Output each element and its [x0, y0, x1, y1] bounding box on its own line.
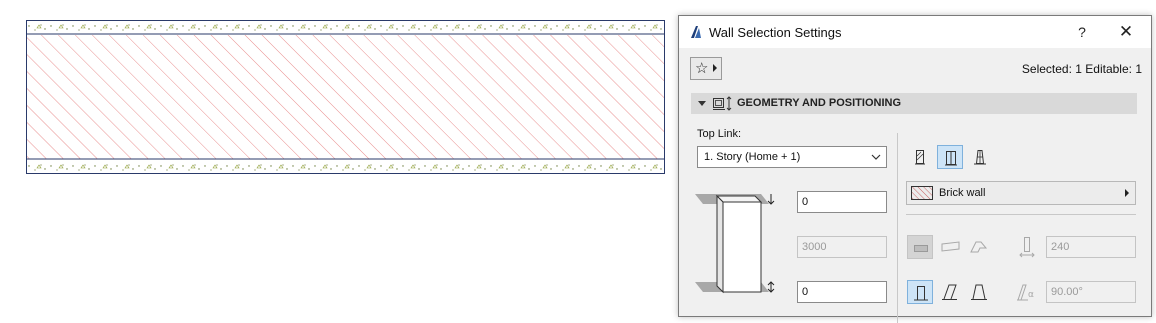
ref-line-center-button[interactable] — [937, 145, 963, 169]
bottom-offset-field[interactable]: 0 — [797, 281, 887, 303]
ref-line-outside-button[interactable] — [907, 145, 933, 169]
section-title: GEOMETRY AND POSITIONING — [737, 97, 901, 109]
thickness-icon — [1019, 237, 1035, 258]
brick-core-layer — [27, 35, 664, 159]
wall-height-diagram — [695, 194, 775, 294]
polygonal-wall-icon — [970, 241, 988, 253]
star-icon: ☆ — [695, 60, 709, 77]
chevron-down-icon — [871, 154, 881, 160]
ref-line-inside-button[interactable] — [967, 145, 993, 169]
composite-structure-selector[interactable]: Brick wall — [906, 181, 1136, 205]
wall-height-field: 3000 — [797, 236, 887, 258]
archicad-icon — [691, 26, 701, 38]
top-link-dropdown[interactable]: 1. Story (Home + 1) — [697, 146, 887, 168]
dialog-titlebar[interactable]: Wall Selection Settings ? ✕ — [679, 16, 1151, 48]
separator-line — [906, 214, 1136, 215]
vertical-wall-icon — [914, 286, 928, 301]
column-divider — [897, 133, 898, 323]
close-button[interactable]: ✕ — [1116, 22, 1136, 42]
wall-plan-view[interactable] — [26, 20, 665, 174]
double-slanted-wall-icon — [971, 284, 987, 300]
vertical-wall-button[interactable] — [907, 280, 933, 304]
slant-angle-field: 90.00° — [1046, 281, 1136, 303]
help-button[interactable]: ? — [1072, 22, 1092, 42]
svg-text:α: α — [1028, 290, 1034, 300]
dialog-title: Wall Selection Settings — [709, 25, 842, 40]
bottom-finish-layer — [27, 160, 664, 173]
top-offset-field[interactable]: 0 — [797, 191, 887, 213]
arrow-right-icon — [1125, 189, 1129, 197]
ref-line-inside-icon — [974, 150, 986, 165]
geometry-icon — [713, 96, 732, 111]
collapse-triangle-icon — [698, 101, 706, 106]
arrow-right-icon — [713, 64, 717, 72]
slant-angle-icon: α — [1017, 284, 1034, 301]
trapezoid-wall-icon — [941, 241, 960, 252]
favorites-button[interactable]: ☆ — [690, 57, 722, 80]
thickness-field: 240 — [1046, 236, 1136, 258]
ref-line-center-icon — [945, 151, 957, 166]
slanted-wall-icon — [942, 284, 957, 300]
top-link-value: 1. Story (Home + 1) — [704, 151, 801, 163]
ref-line-outside-icon — [915, 150, 925, 165]
brick-hatch-icon — [911, 186, 933, 200]
composite-name: Brick wall — [939, 187, 986, 199]
top-link-label: Top Link: — [697, 128, 742, 140]
straight-wall-icon — [914, 245, 928, 252]
straight-wall-button[interactable] — [907, 235, 933, 259]
wall-settings-dialog: Wall Selection Settings ? ✕ ☆ Selected: … — [678, 15, 1152, 323]
geometry-section-header[interactable]: GEOMETRY AND POSITIONING — [691, 93, 1137, 114]
selection-status: Selected: 1 Editable: 1 — [1021, 62, 1142, 76]
wall-plan-drawing — [26, 20, 665, 174]
top-finish-layer — [27, 21, 664, 34]
